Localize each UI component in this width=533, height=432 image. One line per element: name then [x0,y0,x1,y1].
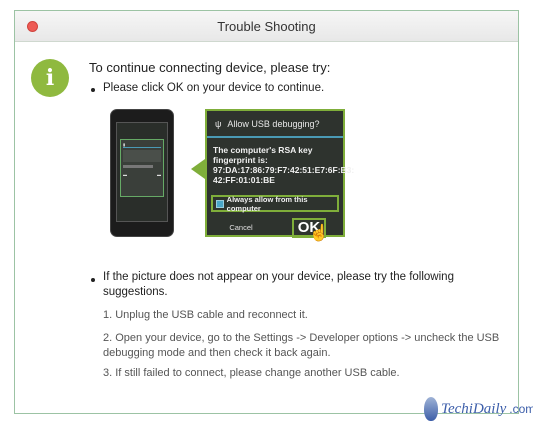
phone-illustration: ▮ ▬ ▬ [110,109,174,237]
usb-icon: ψ [215,118,222,129]
phone-screen: ▮ ▬ ▬ [116,122,168,222]
watermark-suffix: .com [509,402,533,416]
watermark-brand: TechiDaily [441,400,507,417]
dialog-title: Allow USB debugging? [227,118,320,129]
instruction-picture-missing: If the picture does not appear on your d… [103,271,454,298]
page-heading: To continue connecting device, please tr… [89,60,331,75]
checkbox-icon[interactable] [216,199,224,208]
cancel-button[interactable]: Cancel [207,218,275,237]
usb-debug-dialog: ψ Allow USB debugging? The computer's RS… [205,109,355,238]
suggestion-3: 3. If still failed to connect, please ch… [103,367,400,379]
suggestion-2: 2. Open your device, go to the Settings … [103,332,500,359]
phone-mini-dialog: ▮ ▬ ▬ [120,139,164,197]
bullet-icon [91,278,95,282]
dialog-header: ψ Allow USB debugging? [207,111,343,138]
troubleshooting-window: Trouble Shooting i To continue connectin… [14,10,519,414]
pointing-hand-icon: ☝ [309,225,329,242]
checkbox-label: Always allow from this computer [226,194,308,213]
watermark-logo: TechiDaily .com [424,397,533,421]
suggestion-1: 1. Unplug the USB cable and reconnect it… [103,309,308,321]
callout-pointer [191,159,205,179]
instruction-click-ok: Please click OK on your device to contin… [103,82,325,94]
brand-logo-icon [424,397,438,421]
dialog-body: The computer's RSA key fingerprint is: 9… [213,145,355,185]
title-bar: Trouble Shooting [15,11,518,42]
info-icon: i [31,59,69,97]
always-allow-checkbox[interactable]: Always allow from this computer [211,194,339,213]
window-title: Trouble Shooting [217,19,316,34]
bullet-icon [91,88,95,92]
